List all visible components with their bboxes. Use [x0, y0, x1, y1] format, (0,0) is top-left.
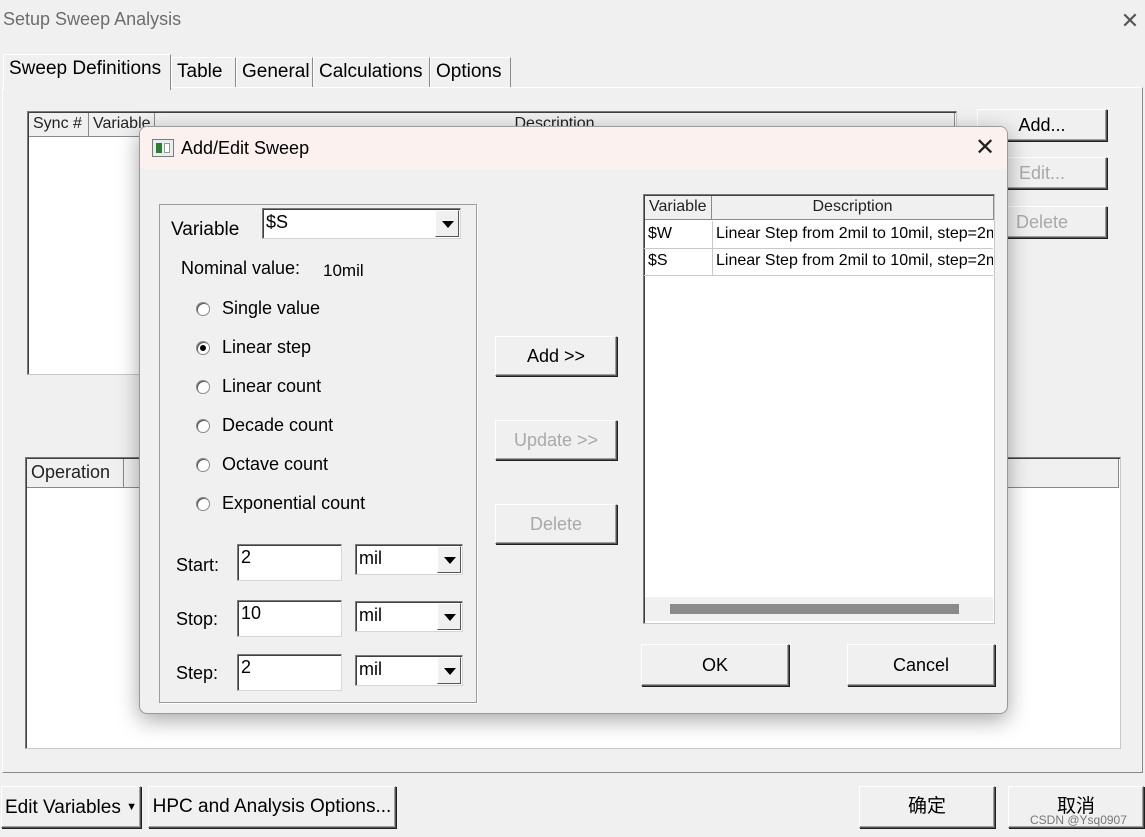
scrollbar-thumb[interactable]: [670, 604, 959, 614]
radio-label: Exponential count: [222, 493, 366, 513]
start-unit-value: mil: [359, 548, 382, 568]
tab-general[interactable]: General: [236, 57, 313, 88]
tab-sweep-definitions[interactable]: Sweep Definitions: [3, 54, 171, 90]
horizontal-scrollbar[interactable]: [645, 597, 993, 621]
variable-select[interactable]: $S: [262, 208, 461, 239]
radio-label: Decade count: [222, 415, 334, 435]
step-input[interactable]: 2: [237, 654, 342, 691]
chevron-down-icon[interactable]: [437, 603, 461, 630]
column-divider: [712, 221, 713, 276]
column-header-variable[interactable]: Variable: [645, 196, 712, 220]
row-divider: [644, 275, 993, 276]
radio-button-icon[interactable]: [196, 497, 210, 511]
radio-button-icon[interactable]: [196, 380, 210, 394]
list-item[interactable]: $S Linear Step from 2mil to 10mil, step=…: [645, 249, 993, 276]
stop-unit-value: mil: [359, 605, 382, 625]
add-to-list-button[interactable]: Add >>: [495, 336, 617, 376]
tab-table[interactable]: Table: [171, 57, 236, 88]
hpc-analysis-options-button[interactable]: HPC and Analysis Options...: [148, 786, 396, 828]
ok-button[interactable]: 确定: [859, 786, 995, 828]
dialog-ok-button[interactable]: OK: [641, 644, 789, 686]
chevron-down-icon[interactable]: [435, 210, 459, 237]
chevron-down-icon[interactable]: [437, 657, 461, 684]
dialog-title: Add/Edit Sweep: [181, 138, 310, 158]
watermark: CSDN @Ysq0907: [1030, 813, 1127, 827]
dropdown-caret-icon: ▼: [126, 801, 137, 813]
stop-unit-select[interactable]: mil: [355, 601, 463, 632]
window-close-icon[interactable]: ✕: [1117, 8, 1143, 34]
radio-button-icon[interactable]: [196, 419, 210, 433]
list-item-description: Linear Step from 2mil to 10mil, step=2mi…: [716, 225, 993, 242]
window-title: Setup Sweep Analysis: [3, 9, 182, 29]
stop-label: Stop:: [176, 609, 219, 629]
dialog-cancel-button[interactable]: Cancel: [847, 644, 995, 686]
radio-label: Single value: [222, 298, 321, 318]
step-unit-value: mil: [359, 659, 382, 679]
radio-label: Octave count: [222, 454, 329, 474]
sweep-settings-group: Variable $S Nominal value: 10mil Single …: [159, 204, 477, 703]
list-item[interactable]: $W Linear Step from 2mil to 10mil, step=…: [645, 221, 993, 248]
edit-variables-button[interactable]: Edit Variables ▼: [1, 786, 141, 828]
nominal-value: 10mil: [323, 261, 364, 280]
column-header-description[interactable]: Description: [712, 196, 994, 220]
edit-variables-label: Edit Variables: [5, 797, 121, 818]
step-unit-select[interactable]: mil: [355, 655, 463, 686]
dialog-close-icon[interactable]: ✕: [970, 133, 1000, 163]
radio-button-icon[interactable]: [196, 302, 210, 316]
delete-button[interactable]: Delete: [495, 504, 617, 544]
chevron-down-icon[interactable]: [437, 546, 461, 573]
app-window-icon: [152, 139, 174, 157]
radio-label: Linear count: [222, 376, 322, 396]
stop-input[interactable]: 10: [237, 600, 342, 637]
column-header-operation[interactable]: Operation: [27, 459, 124, 488]
variable-select-value: $S: [266, 212, 289, 232]
nominal-value-label: Nominal value:: [181, 258, 301, 278]
step-label: Step:: [176, 663, 219, 683]
radio-label: Linear step: [222, 337, 312, 357]
sweep-list[interactable]: Variable Description $W Linear Step from…: [643, 194, 995, 624]
update-button[interactable]: Update >>: [495, 420, 617, 460]
tab-calculations[interactable]: Calculations: [313, 57, 430, 88]
list-item-description: Linear Step from 2mil to 10mil, step=2mi…: [716, 252, 993, 269]
start-label: Start:: [176, 555, 220, 575]
list-item-variable: $S: [648, 252, 668, 269]
radio-button-icon[interactable]: [196, 458, 210, 472]
column-header-sync[interactable]: Sync #: [29, 113, 89, 137]
start-input[interactable]: 2: [237, 544, 342, 581]
radio-button-selected-icon[interactable]: [196, 341, 210, 355]
variable-label: Variable: [171, 219, 240, 240]
start-unit-select[interactable]: mil: [355, 544, 463, 575]
add-edit-sweep-dialog: Add/Edit Sweep ✕ Variable $S Nominal val…: [139, 126, 1008, 714]
list-item-variable: $W: [648, 225, 672, 242]
tab-options[interactable]: Options: [430, 57, 511, 88]
